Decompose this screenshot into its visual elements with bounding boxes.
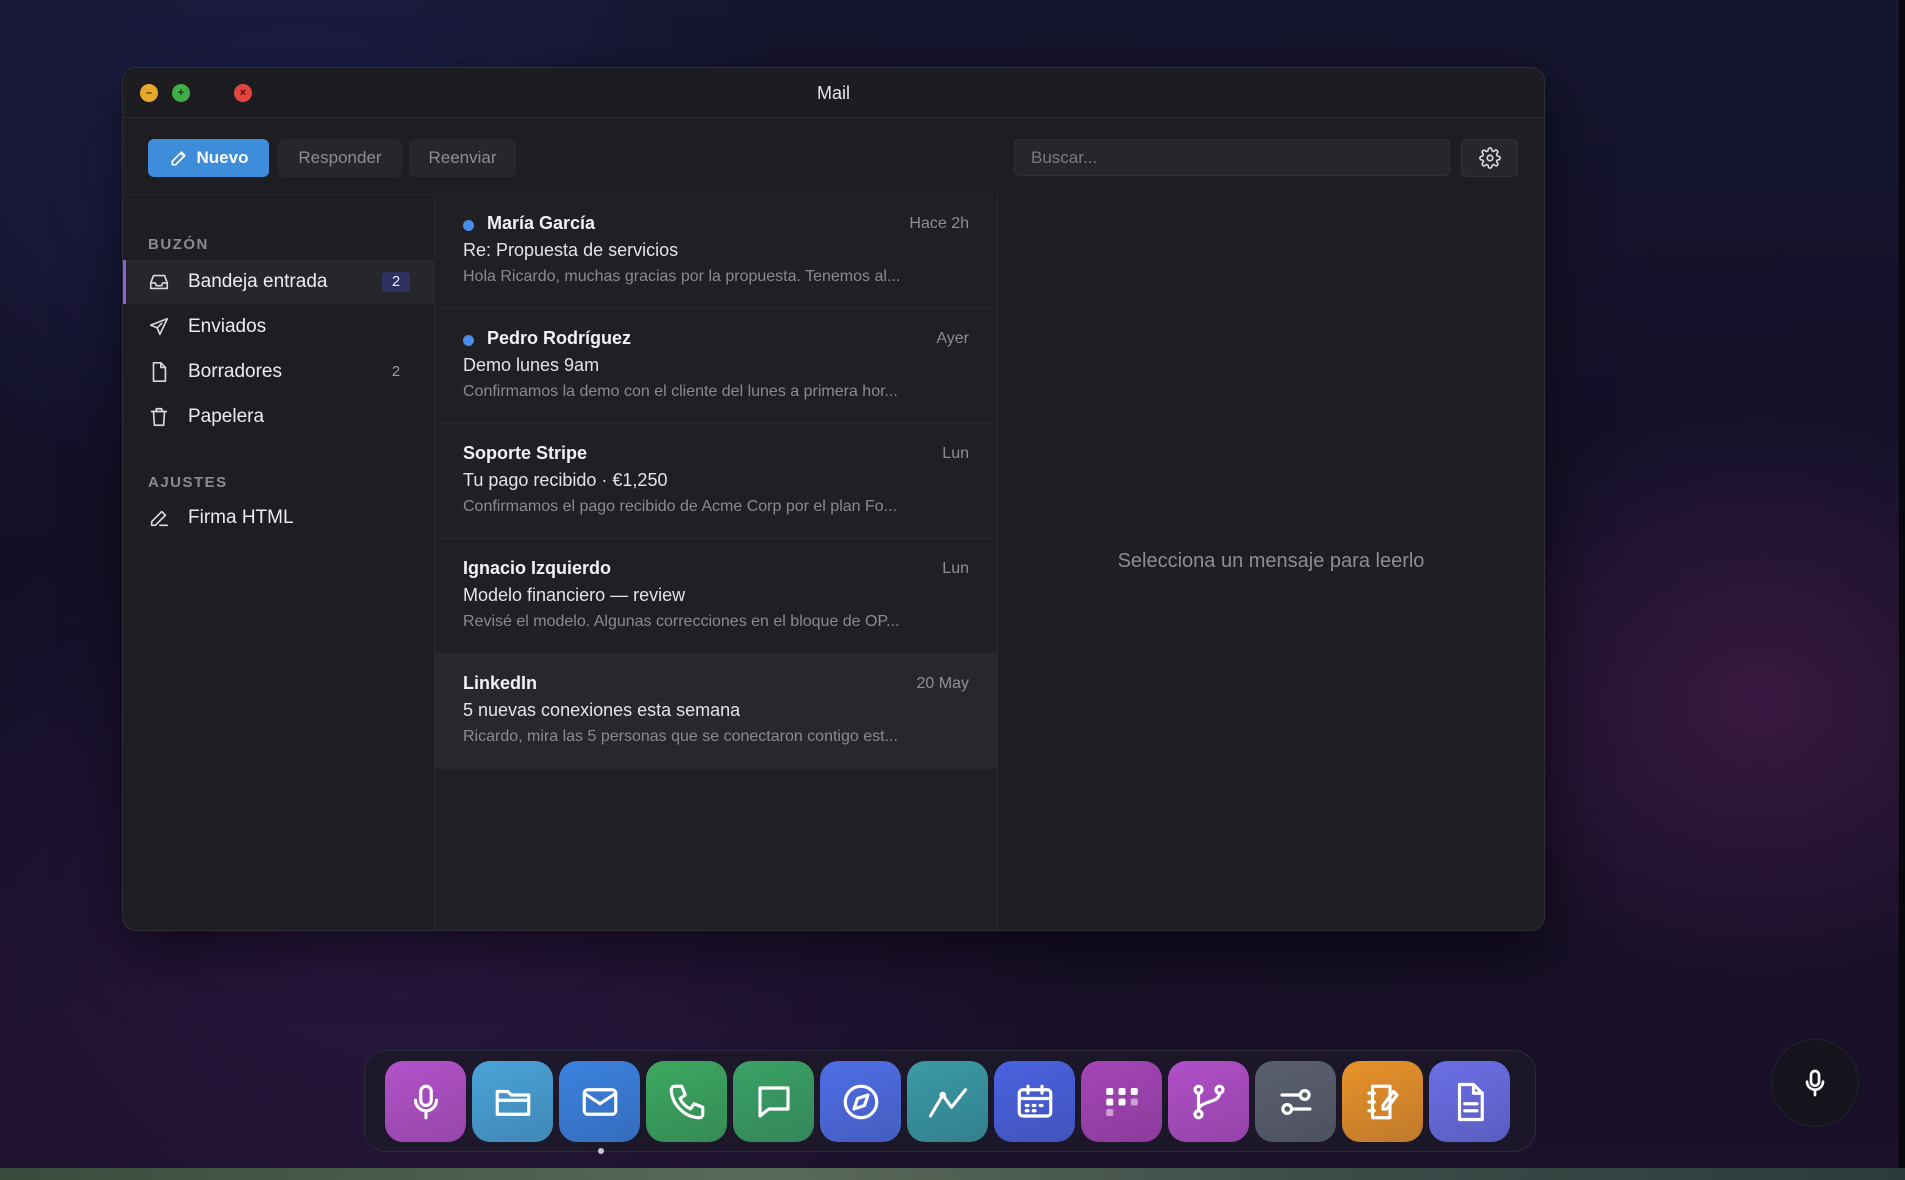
compass-icon <box>843 1084 878 1119</box>
search-input[interactable] <box>1014 139 1450 176</box>
message-sender: María García <box>487 213 596 233</box>
calendar-icon <box>1017 1084 1052 1118</box>
notes-app[interactable] <box>1342 1061 1423 1142</box>
inbox-icon <box>149 274 169 290</box>
document-icon <box>1457 1082 1484 1121</box>
message-subject: Modelo financiero — review <box>463 585 686 605</box>
message-item[interactable]: Pedro Rodríguez Ayer Demo lunes 9am Conf… <box>435 309 997 424</box>
message-sender: Ignacio Izquierdo <box>463 558 612 578</box>
envelope-icon <box>582 1087 617 1116</box>
active-app-indicator <box>598 1148 604 1154</box>
new-message-button[interactable]: Nuevo <box>148 139 269 177</box>
message-item[interactable]: LinkedIn 20 May 5 nuevas conexiones esta… <box>435 654 997 769</box>
phone-app[interactable] <box>646 1061 727 1142</box>
toolbar: Nuevo Responder Reenviar <box>123 118 1544 195</box>
kanban-icon <box>1105 1087 1138 1116</box>
message-subject: Re: Propuesta de servicios <box>463 240 679 260</box>
unread-count-badge: 2 <box>382 272 410 292</box>
board-app[interactable] <box>1081 1061 1162 1142</box>
screen-edge <box>1899 0 1905 1168</box>
window-title: Mail <box>816 83 850 103</box>
message-item[interactable]: María García Hace 2h Re: Propuesta de se… <box>435 194 997 309</box>
message-subject: 5 nuevas conexiones esta semana <box>463 700 741 720</box>
file-icon <box>152 362 167 382</box>
message-time: 20 May <box>916 675 969 692</box>
message-preview: Ricardo, mira las 5 personas que se cone… <box>463 728 898 745</box>
message-sender: Pedro Rodríguez <box>487 328 632 348</box>
message-sender: LinkedIn <box>463 673 538 693</box>
forward-button[interactable]: Reenviar <box>409 139 516 177</box>
sliders-icon <box>1279 1088 1312 1115</box>
message-item[interactable]: Soporte Stripe Lun Tu pago recibido · €1… <box>435 424 997 539</box>
docs-app[interactable] <box>1429 1061 1510 1142</box>
sidebar-item-sent[interactable]: Enviados <box>123 305 434 349</box>
mail-window: – + × Mail Nuevo Responder Reenviar BUZÓ… <box>122 67 1545 931</box>
message-time: Ayer <box>936 330 969 347</box>
notebook-icon <box>1366 1084 1399 1119</box>
settings-app[interactable] <box>1255 1061 1336 1142</box>
sidebar-item-label: Borradores <box>188 361 282 382</box>
files-app[interactable] <box>472 1061 553 1142</box>
branch-icon <box>1192 1084 1225 1119</box>
sidebar-item-label: Firma HTML <box>188 507 294 528</box>
desktop-wallpaper-strip <box>0 1168 1905 1180</box>
microphone-icon <box>413 1084 438 1119</box>
sidebar-item-trash[interactable]: Papelera <box>123 395 434 439</box>
git-app[interactable] <box>1168 1061 1249 1142</box>
settings-heading: AJUSTES <box>148 474 228 491</box>
message-time: Lun <box>942 445 969 462</box>
message-preview: Hola Ricardo, muchas gracias por la prop… <box>463 268 901 285</box>
trash-icon <box>150 407 168 427</box>
sidebar-item-html-signature[interactable]: Firma HTML <box>123 496 434 540</box>
message-time: Lun <box>942 560 969 577</box>
folder-icon <box>495 1089 530 1116</box>
browser-app[interactable] <box>820 1061 901 1142</box>
voice-app[interactable] <box>385 1061 466 1142</box>
message-subject: Demo lunes 9am <box>463 355 600 375</box>
messages-app[interactable] <box>733 1061 814 1142</box>
chart-line-icon <box>928 1087 967 1118</box>
reading-pane: Selecciona un mensaje para leerlo <box>998 194 1544 930</box>
microphone-icon <box>1805 1069 1825 1097</box>
title-bar[interactable]: – + × Mail <box>123 68 1544 118</box>
sidebar-item-label: Enviados <box>188 316 267 337</box>
voice-input-button[interactable] <box>1771 1039 1859 1127</box>
message-subject: Tu pago recibido · €1,250 <box>463 470 668 490</box>
sidebar-item-label: Papelera <box>188 406 265 427</box>
draft-count-badge: 2 <box>391 363 401 380</box>
send-icon <box>149 317 169 336</box>
message-time: Hace 2h <box>909 215 969 232</box>
sidebar: BUZÓN Bandeja entrada 2 Enviados Borrado… <box>123 194 435 930</box>
sidebar-item-label: Bandeja entrada <box>188 271 328 292</box>
dock <box>364 1050 1536 1154</box>
pen-icon <box>150 510 169 527</box>
message-list: María García Hace 2h Re: Propuesta de se… <box>435 194 998 930</box>
mailbox-heading: BUZÓN <box>148 236 209 253</box>
settings-button[interactable] <box>1461 139 1518 177</box>
calendar-app[interactable] <box>994 1061 1075 1142</box>
mail-app[interactable] <box>559 1061 640 1142</box>
message-item[interactable]: Ignacio Izquierdo Lun Modelo financiero … <box>435 539 997 654</box>
message-preview: Confirmamos el pago recibido de Acme Cor… <box>463 498 897 515</box>
phone-icon <box>669 1084 704 1119</box>
pencil-icon <box>171 151 186 166</box>
message-sender: Soporte Stripe <box>463 443 588 463</box>
gear-icon <box>1478 147 1501 169</box>
unread-indicator <box>463 220 474 231</box>
message-preview: Confirmamos la demo con el cliente del l… <box>463 383 898 400</box>
reply-button[interactable]: Responder <box>278 139 402 177</box>
empty-state-text: Selecciona un mensaje para leerlo <box>1117 550 1425 572</box>
message-preview: Revisé el modelo. Algunas correcciones e… <box>463 613 900 630</box>
chat-icon <box>757 1085 790 1118</box>
sidebar-item-inbox[interactable]: Bandeja entrada 2 <box>123 260 434 304</box>
unread-indicator <box>463 335 474 346</box>
sidebar-item-drafts[interactable]: Borradores 2 <box>123 350 434 394</box>
analytics-app[interactable] <box>907 1061 988 1142</box>
new-message-label: Nuevo <box>196 148 249 167</box>
